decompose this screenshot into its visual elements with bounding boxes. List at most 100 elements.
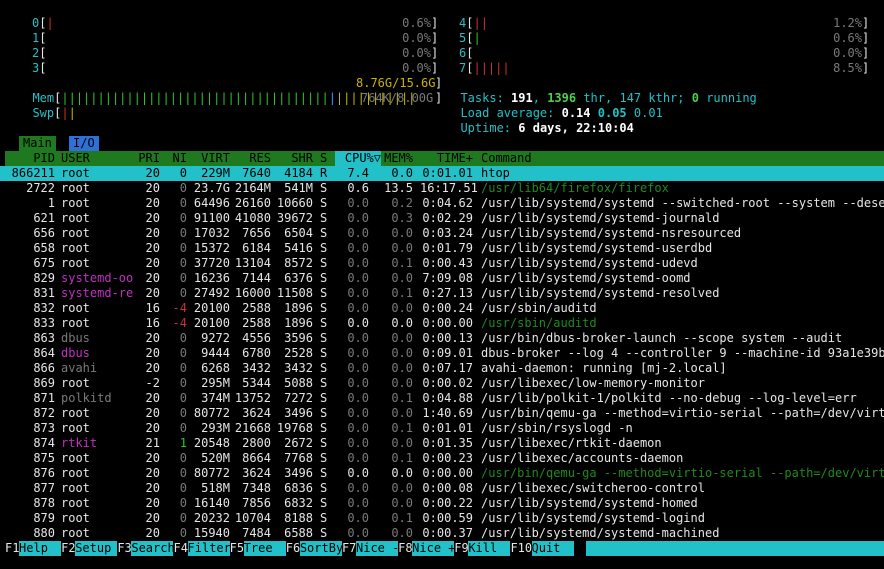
fkey-action-quit[interactable]: Quit	[531, 541, 574, 556]
process-row[interactable]: 863 dbus 20 0 9272 4556 3596 S 0.0 0.0 0:00.13/usr…	[0, 331, 884, 346]
fkey-action-setup[interactable]: Setup	[75, 541, 118, 556]
process-row[interactable]: 880 root 20 0 15940 7484 6588 S 0.0 0.0 0:00.37/us…	[0, 526, 884, 541]
user-cell: polkitd	[61, 391, 112, 405]
priority-cell: 20	[145, 481, 160, 495]
user-cell: systemd-oo	[61, 271, 134, 285]
process-row[interactable]: 1 root 20 0 64496 26160 10660 S 0.0 0.2 0:04.62/us…	[0, 196, 884, 211]
process-row[interactable]: 878 root 20 0 16140 7856 6832 S 0.0 0.0 0:00.22/us…	[0, 496, 884, 511]
user-cell: root	[61, 466, 90, 480]
process-row[interactable]: 872 root 20 0 80772 3624 3496 S 0.0 0.0 1:40.69/us…	[0, 406, 884, 421]
priority-cell: 16	[145, 316, 160, 330]
cpu-cell: 0.0	[347, 466, 369, 480]
tab-main[interactable]: Main	[19, 136, 56, 151]
fkey-action-sortby[interactable]: SortBy	[299, 541, 343, 556]
swap-meter: Swp[||	[32, 106, 76, 120]
process-row[interactable]: 656 root 20 0 17032 7656 6504 S 0.0 0.0 0:03.24/us…	[0, 226, 884, 241]
process-row[interactable]: 833 root 16 -4 20100 2588 1896 S 0.0 0.0 0:00.00/u…	[0, 316, 884, 331]
col-user[interactable]: USER	[61, 151, 90, 166]
process-row[interactable]: 829 systemd-oo 20 0 16236 7144 6376 S 0.0 0.0 7:09…	[0, 271, 884, 286]
col-pri[interactable]: PRI	[130, 151, 160, 166]
col-mem[interactable]: MEM%	[381, 151, 413, 166]
process-row-selected[interactable]: 866211 root 20 0 229M 7640 4184 R 7.4 0.0 0:01.01 h…	[0, 166, 884, 181]
time-cell: 16:17.51	[420, 181, 478, 195]
process-row[interactable]: 873 root 20 0 293M 21668 19768 S 0.0 0.1 0:01.01/u…	[0, 421, 884, 436]
state-cell: S	[320, 256, 328, 270]
mem-cell: 0.0	[391, 466, 413, 480]
fkey-action-nice-[interactable]: Nice -	[356, 541, 399, 556]
pid-cell: 832	[33, 301, 55, 315]
process-row[interactable]: 871 polkitd 20 0 374M 13752 7272 S 0.0 0.1 0:04.88…	[0, 391, 884, 406]
cpu-cell: 0.0	[347, 241, 369, 255]
col-time[interactable]: TIME+	[420, 151, 473, 166]
fkey-action-help[interactable]: Help	[19, 541, 62, 556]
command-cell: /usr/sbin/rsyslogd -n	[481, 421, 633, 435]
cpu-percent: 8.5%	[833, 61, 862, 75]
user-cell: root	[61, 196, 90, 210]
cpu-bracket-close: ]	[862, 31, 870, 45]
col-ni[interactable]: NI	[163, 151, 187, 166]
col-cpu-sorted[interactable]: CPU%▽	[335, 151, 381, 166]
col-pid[interactable]: PID	[5, 151, 55, 166]
process-row[interactable]: 869 root -2 0 295M 5344 5088 S 0.0 0.0 0:00.02/usr…	[0, 376, 884, 391]
process-row[interactable]: 876 root 20 0 80772 3624 3496 S 0.0 0.0 0:00.00/us…	[0, 466, 884, 481]
col-virt[interactable]: VIRT	[190, 151, 230, 166]
uptime-line: Uptime: 6 days, 22:10:04	[446, 106, 633, 135]
shr-cell: 3596	[284, 331, 313, 345]
cpu-percent: 0.6%	[833, 31, 862, 45]
tab-io[interactable]: I/O	[69, 136, 99, 151]
user-cell: root	[61, 526, 90, 540]
state-cell: S	[320, 421, 328, 435]
priority-cell: 20	[145, 466, 160, 480]
fkey-action-tree[interactable]: Tree	[243, 541, 286, 556]
time-cell: 0:01.01	[422, 421, 473, 435]
fkey-action-filter[interactable]: Filter	[187, 541, 231, 556]
process-row[interactable]: 874 rtkit 21 1 20548 2800 2672 S 0.0 0.0 0:01.35/u…	[0, 436, 884, 451]
mem-cell: 0.0	[391, 436, 413, 450]
process-row[interactable]: 675 root 20 0 37720 13104 8572 S 0.0 0.1 0:00.43/u…	[0, 256, 884, 271]
res-cell: 3624	[242, 466, 271, 480]
col-res[interactable]: RES	[233, 151, 271, 166]
mem-used-value: 8.76G/15.6G	[356, 76, 436, 90]
process-row[interactable]: 658 root 20 0 15372 6184 5416 S 0.0 0.0 0:01.79/us…	[0, 241, 884, 256]
virt-cell: 20232	[193, 511, 230, 525]
process-row[interactable]: 877 root 20 0 518M 7348 6836 S 0.0 0.0 0:00.08/usr…	[0, 481, 884, 496]
fkey-action-search[interactable]: Search	[131, 541, 175, 556]
process-row[interactable]: 879 root 20 0 20232 10704 8188 S 0.0 0.1 0:00.59/u…	[0, 511, 884, 526]
process-row[interactable]: 864 dbus 20 0 9444 6780 2528 S 0.0 0.0 0:09.01 dbus…	[0, 346, 884, 361]
process-row[interactable]: 621 root 20 0 91100 41080 39672 S 0.0 0.3 0:02.29 /…	[0, 211, 884, 226]
process-row[interactable]: 2722 root 20 0 23.7G 2164M 541M S 0.6 13.5 16:17.5…	[0, 181, 884, 196]
pid-cell: 863	[33, 331, 55, 345]
res-cell: 21668	[234, 421, 271, 435]
state-cell: S	[320, 361, 328, 375]
nice-cell: 0	[179, 211, 187, 225]
fkey-action-nice-[interactable]: Nice +	[412, 541, 456, 556]
process-row[interactable]: 866 avahi 20 0 6268 3432 3432 S 0.0 0.0 0:07.17 ava…	[0, 361, 884, 376]
priority-cell: 20	[145, 241, 160, 255]
state-cell: S	[320, 451, 328, 465]
process-row[interactable]: 875 root 20 0 520M 8664 7768 S 0.0 0.1 0:00.23/usr…	[0, 451, 884, 466]
mem-cell: 0.0	[391, 481, 413, 495]
col-state[interactable]: S	[320, 151, 327, 166]
virt-cell: 9444	[201, 346, 230, 360]
virt-cell: 37720	[193, 256, 230, 270]
fkey-f10: F10	[510, 541, 533, 555]
cpu-meter-5: 5[|	[459, 31, 481, 46]
shr-cell: 5416	[284, 241, 313, 255]
time-cell: 0:00.08	[422, 481, 473, 495]
nice-cell: 0	[179, 481, 187, 495]
fkey-action-kill[interactable]: Kill	[468, 541, 511, 556]
process-row[interactable]: 832 root 16 -4 20100 2588 1896 S 0.0 0.0 0:00.24/u…	[0, 301, 884, 316]
process-row[interactable]: 831 systemd-re 20 0 27492 16000 11508 S 0.0 0.1 0:…	[0, 286, 884, 301]
pid-cell: 658	[33, 241, 55, 255]
priority-cell: 20	[145, 451, 160, 465]
col-shr[interactable]: SHR	[275, 151, 313, 166]
running-label: running	[706, 91, 757, 105]
nice-cell: -4	[172, 301, 187, 315]
virt-cell: 80772	[193, 466, 230, 480]
nice-cell: 0	[179, 286, 187, 300]
user-cell: root	[61, 511, 90, 525]
user-cell: avahi	[61, 361, 98, 375]
cpu-cell: 0.0	[347, 451, 369, 465]
col-command[interactable]: Command	[481, 151, 532, 166]
virt-cell: 20100	[193, 301, 230, 315]
